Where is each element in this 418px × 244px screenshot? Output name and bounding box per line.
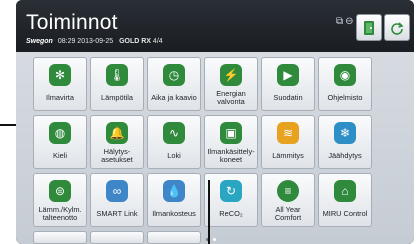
tile-label: Lämpötila — [100, 93, 134, 102]
tile-label: Ohjelmisto — [327, 93, 363, 102]
tile-lamm-kylm-talteenotto[interactable]: ⊜ Lämm./Kylm. talteenotto — [33, 173, 87, 227]
tile-kieli[interactable]: ◍ Kieli — [33, 115, 87, 169]
tile-reco2[interactable]: ↻ ReCO₂ — [204, 173, 258, 227]
humidity-drops-icon: 💧 — [163, 180, 185, 202]
refresh-icon — [391, 21, 404, 35]
status-line: Swegon 08:29 2013-09-25 GOLD RX 4/4 — [26, 38, 163, 45]
tile-label: MIRU Control — [322, 209, 368, 218]
tile-label: Energian valvonta — [216, 89, 246, 106]
brand-logo: Swegon — [26, 38, 53, 45]
tile-label: SMART Link — [96, 209, 138, 218]
thermometer-icon: 🌡 — [106, 64, 128, 86]
co2-icon: ↻ — [220, 180, 242, 202]
log-chart-icon: ∿ — [163, 122, 185, 144]
network-icon: ⧉ — [336, 16, 344, 27]
snowflake-icon: ❄ — [334, 122, 356, 144]
tile-ilmankasittelykoneet[interactable]: ▣ Ilmankäsittely-koneet — [204, 115, 258, 169]
heat-recovery-icon: ⊜ — [49, 180, 71, 202]
air-handling-unit-icon: ▣ — [220, 122, 242, 144]
header-bar: Toiminnot Swegon 08:29 2013-09-25 GOLD RX… — [16, 0, 414, 52]
page-dot-active — [213, 238, 216, 241]
refresh-button[interactable] — [384, 14, 410, 41]
door-icon — [364, 20, 374, 35]
tile-label: Ilmankäsittely-koneet — [207, 147, 255, 164]
tile-label: Ilmavirta — [46, 93, 74, 102]
filter-icon: ▶ — [277, 64, 299, 86]
tile-ohjelmisto[interactable]: ◉ Ohjelmisto — [318, 57, 372, 111]
tile-halytysasetukset[interactable]: 🔔 Hälytys-asetukset — [90, 115, 144, 169]
tile-label: Loki — [167, 151, 181, 160]
link-icon: ∞ — [106, 180, 128, 202]
unit-index: 4/4 — [152, 38, 163, 45]
tile-energian-valvonta[interactable]: ⚡ Energian valvonta — [204, 57, 258, 111]
tile-jaahdytys[interactable]: ❄ Jäähdytys — [318, 115, 372, 169]
user-icon: ⊖ — [345, 16, 354, 27]
globe-icon: ◍ — [49, 122, 71, 144]
tile-label: Lämm./Kylm. talteenotto — [38, 205, 82, 222]
tile-partial[interactable] — [90, 231, 144, 244]
tile-label: Suodatin — [273, 93, 303, 102]
tile-partial[interactable] — [33, 231, 87, 244]
tile-label: Hälytys-asetukset — [101, 147, 133, 164]
device-screen: Toiminnot Swegon 08:29 2013-09-25 GOLD RX… — [16, 0, 414, 244]
heating-icon: ≋ — [277, 122, 299, 144]
tile-ilmankosteus[interactable]: 💧 Ilmankosteus — [147, 173, 201, 227]
tile-aika-ja-kaavio[interactable]: ◷ Aika ja kaavio — [147, 57, 201, 111]
software-icon: ◉ — [334, 64, 356, 86]
tile-label: ReCO₂ — [219, 209, 243, 218]
tile-label: Jäähdytys — [328, 151, 362, 160]
fan-icon: ✻ — [49, 64, 71, 86]
unit-model: GOLD RX — [119, 38, 151, 45]
tile-lampotila[interactable]: 🌡 Lämpötila — [90, 57, 144, 111]
status-icons: ⧉ ⊖ — [336, 16, 354, 27]
home-control-icon: ⌂ — [334, 180, 356, 202]
exit-door-button[interactable] — [356, 14, 382, 41]
tile-label: Kieli — [53, 151, 67, 160]
tile-loki[interactable]: ∿ Loki — [147, 115, 201, 169]
tile-partial[interactable] — [147, 231, 201, 244]
energy-icon: ⚡ — [220, 64, 242, 86]
page-title: Toiminnot — [26, 11, 118, 34]
tile-smart-link[interactable]: ∞ SMART Link — [90, 173, 144, 227]
datetime: 08:29 2013-09-25 — [57, 38, 114, 45]
tile-label: Lämmitys — [272, 151, 304, 160]
tile-label: Aika ja kaavio — [151, 93, 197, 102]
all-year-comfort-icon: ≡ — [277, 180, 299, 202]
clock-icon: ◷ — [163, 64, 185, 86]
tile-label: All Year Comfort — [274, 205, 302, 222]
callout-line-bottom — [208, 180, 210, 244]
alarm-bell-icon: 🔔 — [106, 122, 128, 144]
tile-ilmavirta[interactable]: ✻ Ilmavirta — [33, 57, 87, 111]
tile-suodatin[interactable]: ▶ Suodatin — [261, 57, 315, 111]
tile-lammitys[interactable]: ≋ Lämmitys — [261, 115, 315, 169]
tile-label: Ilmankosteus — [152, 209, 196, 218]
tile-miru-control[interactable]: ⌂ MIRU Control — [318, 173, 372, 227]
tile-all-year-comfort[interactable]: ≡ All Year Comfort — [261, 173, 315, 227]
function-grid: ✻ Ilmavirta 🌡 Lämpötila ◷ Aika ja kaavio… — [16, 52, 414, 244]
